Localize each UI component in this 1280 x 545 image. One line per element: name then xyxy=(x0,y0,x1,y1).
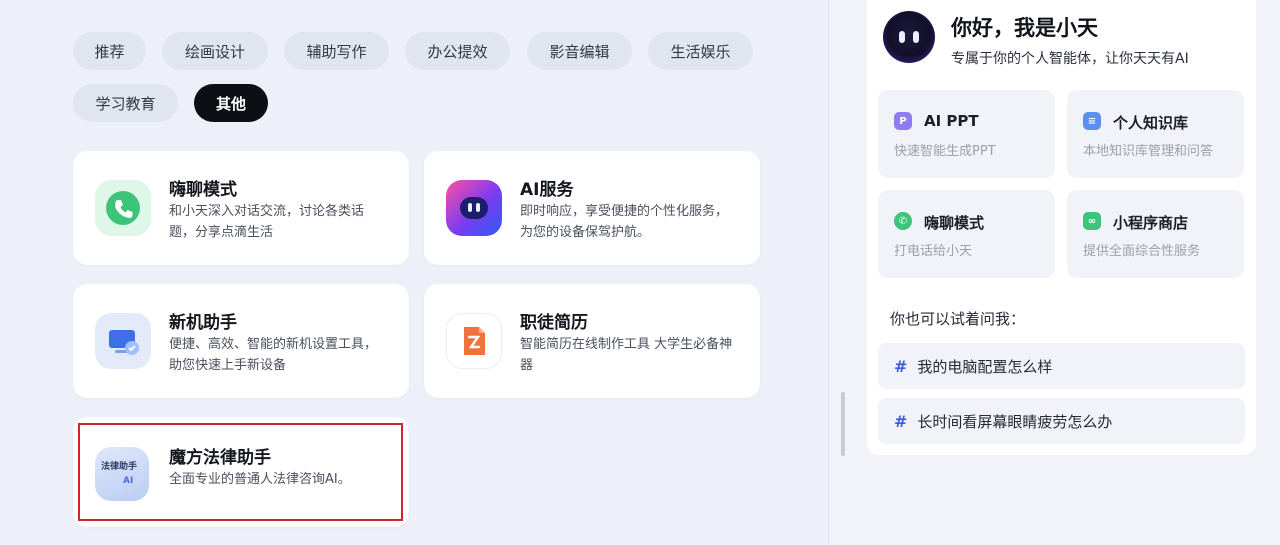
app-card-chat-mode[interactable]: 嗨聊模式 和小天深入对话交流，讨论各类话题，分享点滴生活 xyxy=(73,151,409,265)
law-assistant-icon: 法律助手 AI xyxy=(95,447,149,501)
app-title: 新机助手 xyxy=(169,313,237,333)
app-card-ai-service[interactable]: AI服务 即时响应，享受便捷的个性化服务，为您的设备保驾护航。 xyxy=(424,151,760,265)
ppt-icon: P xyxy=(894,112,912,130)
category-tag-office[interactable]: 办公提效 xyxy=(405,32,510,70)
app-title: 魔方法律助手 xyxy=(169,448,271,468)
app-title: 嗨聊模式 xyxy=(169,180,237,200)
category-tag-recommend[interactable]: 推荐 xyxy=(73,32,146,70)
category-tag-other[interactable]: 其他 xyxy=(194,84,268,122)
feature-mini-program-store[interactable]: ∞ 小程序商店 提供全面综合性服务 xyxy=(1067,190,1244,278)
assistant-subtitle: 专属于你的个人智能体，让你天天有AI xyxy=(951,51,1189,67)
resume-icon xyxy=(446,313,502,369)
category-tag-life-entertainment[interactable]: 生活娱乐 xyxy=(648,32,753,70)
app-card-new-device-assistant[interactable]: 新机助手 便捷、高效、智能的新机设置工具，助您快速上手新设备 xyxy=(73,284,409,398)
suggestion-item[interactable]: # 我的电脑配置怎么样 xyxy=(878,343,1245,389)
knowledge-base-icon: ≡ xyxy=(1083,112,1101,130)
app-description: 全面专业的普通人法律咨询AI。 xyxy=(169,472,351,487)
feature-title: 个人知识库 xyxy=(1113,114,1189,132)
feature-title: AI PPT xyxy=(924,112,979,130)
category-tag-education[interactable]: 学习教育 xyxy=(73,84,178,122)
avatar-eye xyxy=(913,31,919,43)
avatar xyxy=(883,11,935,63)
new-device-icon xyxy=(95,313,151,369)
phone-chat-icon xyxy=(95,180,151,236)
suggestion-item[interactable]: # 长时间看屏幕眼睛疲劳怎么办 xyxy=(878,398,1245,444)
feature-subtitle: 提供全面综合性服务 xyxy=(1083,244,1201,259)
avatar-eye xyxy=(899,31,905,43)
app-description: 和小天深入对话交流，讨论各类话题，分享点滴生活 xyxy=(169,204,365,240)
app-title: 职徒简历 xyxy=(520,313,588,333)
scrollbar-thumb[interactable] xyxy=(841,392,845,456)
phone-chat-icon: ✆ xyxy=(894,212,912,230)
category-tag-writing-assist[interactable]: 辅助写作 xyxy=(284,32,389,70)
app-description: 智能简历在线制作工具 大学生必备神器 xyxy=(520,337,733,373)
law-icon-ai-text: AI xyxy=(123,476,134,486)
feature-subtitle: 快速智能生成PPT xyxy=(894,144,996,159)
suggestion-text: 我的电脑配置怎么样 xyxy=(917,357,1053,376)
feature-title: 小程序商店 xyxy=(1113,214,1189,232)
ai-robot-icon xyxy=(446,180,502,236)
mini-program-store-icon: ∞ xyxy=(1083,212,1101,230)
feature-subtitle: 打电话给小天 xyxy=(894,244,973,259)
feature-subtitle: 本地知识库管理和问答 xyxy=(1083,144,1214,159)
feature-title: 嗨聊模式 xyxy=(924,214,985,232)
app-description: 便捷、高效、智能的新机设置工具，助您快速上手新设备 xyxy=(169,337,378,373)
feature-ai-ppt[interactable]: P AI PPT 快速智能生成PPT xyxy=(878,90,1055,178)
hash-icon: # xyxy=(894,411,908,431)
app-description: 即时响应，享受便捷的个性化服务，为您的设备保驾护航。 xyxy=(520,204,729,240)
assistant-greeting: 你好，我是小天 xyxy=(951,16,1098,40)
law-icon-text: 法律助手 xyxy=(101,462,138,472)
hash-icon: # xyxy=(894,356,908,376)
category-tag-media-edit[interactable]: 影音编辑 xyxy=(527,32,632,70)
app-card-law-assistant[interactable]: 法律助手 AI 魔方法律助手 全面专业的普通人法律咨询AI。 xyxy=(73,417,409,527)
try-asking-label: 你也可以试着问我： xyxy=(890,310,1026,328)
feature-knowledge-base[interactable]: ≡ 个人知识库 本地知识库管理和问答 xyxy=(1067,90,1244,178)
feature-chat-mode[interactable]: ✆ 嗨聊模式 打电话给小天 xyxy=(878,190,1055,278)
app-card-resume[interactable]: 职徒简历 智能简历在线制作工具 大学生必备神器 xyxy=(424,284,760,398)
suggestion-text: 长时间看屏幕眼睛疲劳怎么办 xyxy=(917,412,1113,431)
app-title: AI服务 xyxy=(520,180,574,200)
category-tag-drawing-design[interactable]: 绘画设计 xyxy=(162,32,268,70)
